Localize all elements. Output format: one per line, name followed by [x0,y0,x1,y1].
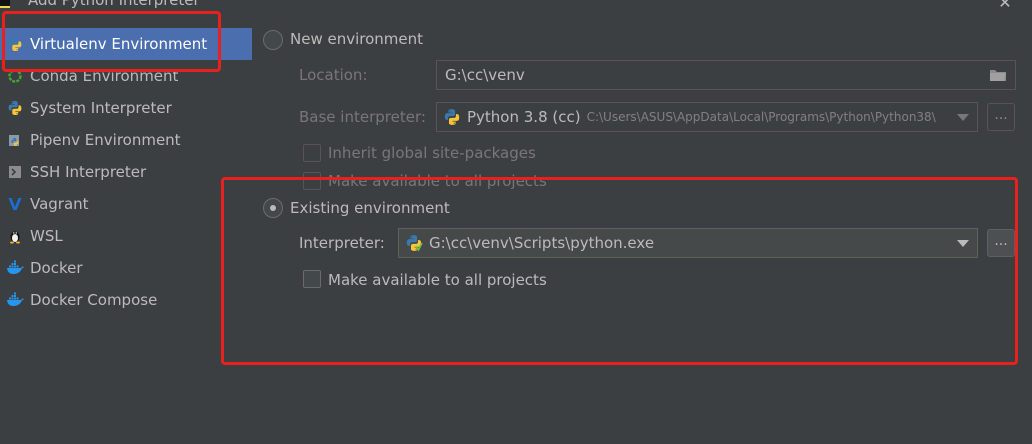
inherit-site-packages-checkbox[interactable] [303,144,321,162]
window-title: Add Python Interpreter [28,0,200,9]
new-env-make-available-label: Make available to all projects [328,172,547,190]
sidebar-item-label: Virtualenv Environment [30,35,208,53]
close-icon[interactable]: ✕ [996,0,1014,12]
interpreter-label: Interpreter: [299,234,385,252]
base-interpreter-label: Base interpreter: [299,108,426,126]
sidebar-item-wsl[interactable]: WSL [0,220,252,252]
terminal-icon [0,156,30,188]
existing-env-make-available-label: Make available to all projects [328,271,547,289]
interpreter-dropdown[interactable]: G:\cc\venv\Scripts\python.exe [398,228,978,258]
sidebar-item-label: Docker Compose [30,291,158,309]
chevron-down-icon [957,114,969,121]
sidebar-item-system-interpreter[interactable]: System Interpreter [0,92,252,124]
existing-environment-label: Existing environment [290,199,450,217]
python-icon [0,28,30,60]
interpreter-type-list: Virtualenv Environment Conda Environment… [0,28,252,444]
sidebar-item-docker-compose[interactable]: Docker Compose [0,284,252,316]
new-environment-label: New environment [290,30,424,48]
sidebar-item-virtualenv[interactable]: Virtualenv Environment [0,28,252,60]
interpreter-path-value: G:\cc\venv\Scripts\python.exe [429,234,655,252]
sidebar-item-label: SSH Interpreter [30,163,147,181]
existing-environment-radio[interactable] [263,198,283,218]
vagrant-icon [0,188,30,220]
docker-icon [0,284,30,316]
base-interpreter-browse-button[interactable]: ... [987,103,1015,131]
location-field[interactable]: G:\cc\venv [436,60,1016,90]
base-interpreter-path: C:\Users\ASUS\AppData\Local\Programs\Pyt… [586,110,936,124]
base-interpreter-name: Python 3.8 (cc) [467,108,581,126]
docker-icon [0,252,30,284]
existing-env-make-available-checkbox[interactable] [303,270,321,288]
python-icon [443,108,461,126]
python-icon [0,92,30,124]
sidebar-item-vagrant[interactable]: Vagrant [0,188,252,220]
conda-icon [0,60,30,92]
inherit-site-packages-label: Inherit global site-packages [328,144,536,162]
chevron-down-icon [957,240,969,247]
pipenv-icon [0,124,30,156]
sidebar-item-label: System Interpreter [30,99,172,117]
location-label: Location: [299,66,368,84]
sidebar-item-label: Vagrant [30,195,89,213]
title-bar: Add Python Interpreter ✕ [0,0,1032,20]
sidebar-item-docker[interactable]: Docker [0,252,252,284]
sidebar-item-label: Docker [30,259,83,277]
linux-penguin-icon [0,220,30,252]
python-venv-icon [405,234,423,252]
sidebar-item-label: Conda Environment [30,67,179,85]
app-icon [0,0,10,8]
location-value: G:\cc\venv [445,66,525,84]
sidebar-item-label: Pipenv Environment [30,131,181,149]
new-env-make-available-checkbox[interactable] [303,172,321,190]
sidebar-item-pipenv[interactable]: Pipenv Environment [0,124,252,156]
base-interpreter-dropdown[interactable]: Python 3.8 (cc) C:\Users\ASUS\AppData\Lo… [436,102,978,132]
new-environment-radio[interactable] [263,30,283,50]
interpreter-browse-button[interactable]: ... [987,229,1015,257]
sidebar-item-label: WSL [30,227,63,245]
sidebar-item-conda[interactable]: Conda Environment [0,60,252,92]
sidebar-item-ssh[interactable]: SSH Interpreter [0,156,252,188]
folder-icon[interactable] [989,68,1007,82]
